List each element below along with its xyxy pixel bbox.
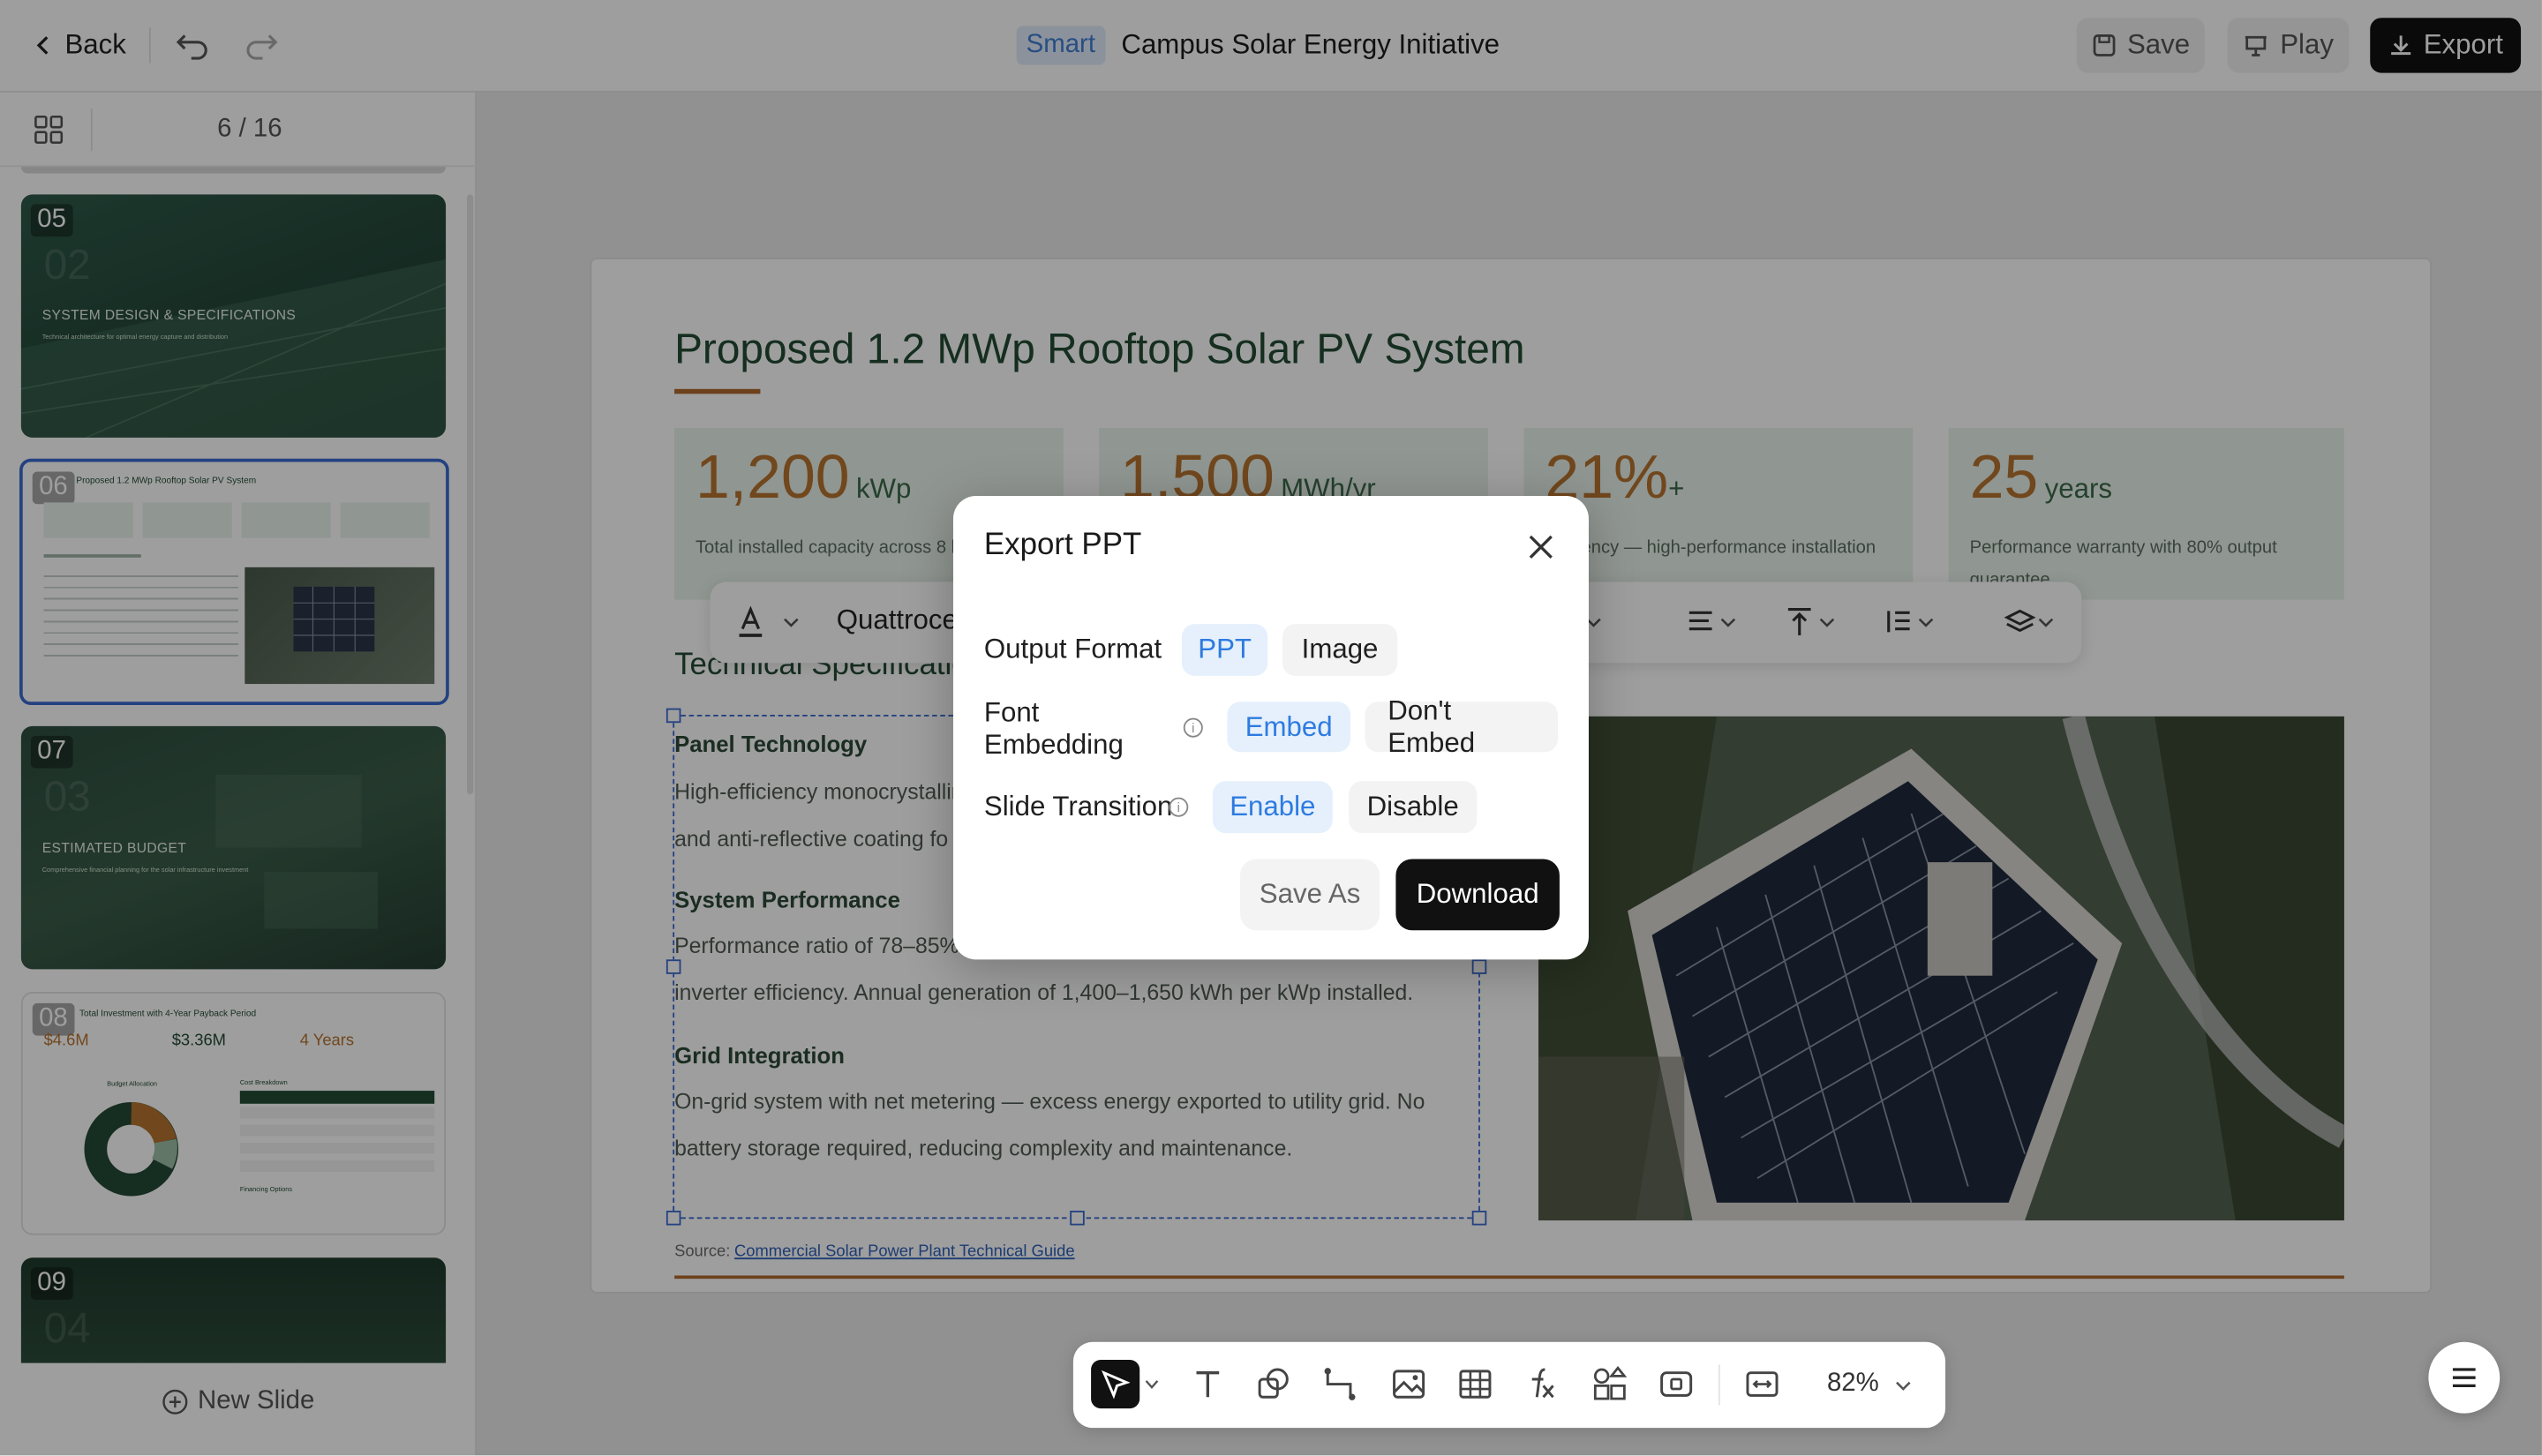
transition-option-enable[interactable]: Enable — [1212, 781, 1333, 834]
font-embedding-label: Embedding — [983, 729, 1124, 761]
cursor-icon — [1101, 1370, 1131, 1400]
output-format-label: Output Format — [983, 634, 1162, 665]
widgets-tool-icon[interactable] — [1591, 1365, 1629, 1404]
info-icon[interactable]: i — [1183, 717, 1203, 738]
fit-width-icon[interactable] — [1742, 1365, 1781, 1404]
bottom-toolbar: 82% — [1072, 1341, 1946, 1429]
font-option-embed[interactable]: Embed — [1227, 702, 1350, 753]
divider — [1718, 1364, 1720, 1406]
font-embedding-label: Font — [983, 696, 1040, 728]
option-label: Don't — [1388, 694, 1452, 725]
dialog-title: Export PPT — [983, 528, 1142, 563]
option-label: Embed — [1388, 726, 1476, 758]
close-button[interactable] — [1527, 533, 1554, 560]
chevron-down-icon[interactable] — [1895, 1379, 1911, 1392]
table-tool-icon[interactable] — [1455, 1365, 1494, 1404]
text-tool-icon[interactable] — [1188, 1365, 1227, 1404]
font-option-dont-embed[interactable]: Don't Embed — [1365, 694, 1559, 758]
shape-tool-icon[interactable] — [1255, 1365, 1294, 1404]
transition-option-disable[interactable]: Disable — [1349, 781, 1478, 834]
download-button[interactable]: Download — [1395, 859, 1560, 931]
format-option-ppt[interactable]: PPT — [1181, 624, 1268, 676]
slide-transition-label: Slide Transition — [983, 791, 1173, 822]
chevron-down-icon[interactable] — [1145, 1379, 1160, 1391]
formula-tool-icon[interactable] — [1523, 1365, 1561, 1404]
info-icon[interactable]: i — [1169, 797, 1189, 817]
select-tool-button[interactable] — [1091, 1359, 1140, 1409]
save-as-button[interactable]: Save As — [1240, 859, 1380, 931]
format-option-image[interactable]: Image — [1282, 624, 1398, 676]
close-icon — [1529, 535, 1553, 559]
zoom-level[interactable]: 82% — [1827, 1370, 1879, 1399]
image-tool-icon[interactable] — [1389, 1365, 1428, 1404]
menu-fab-button[interactable] — [2428, 1341, 2501, 1414]
media-tool-icon[interactable] — [1657, 1365, 1696, 1404]
menu-icon — [2452, 1368, 2476, 1388]
connector-tool-icon[interactable] — [1321, 1365, 1360, 1404]
